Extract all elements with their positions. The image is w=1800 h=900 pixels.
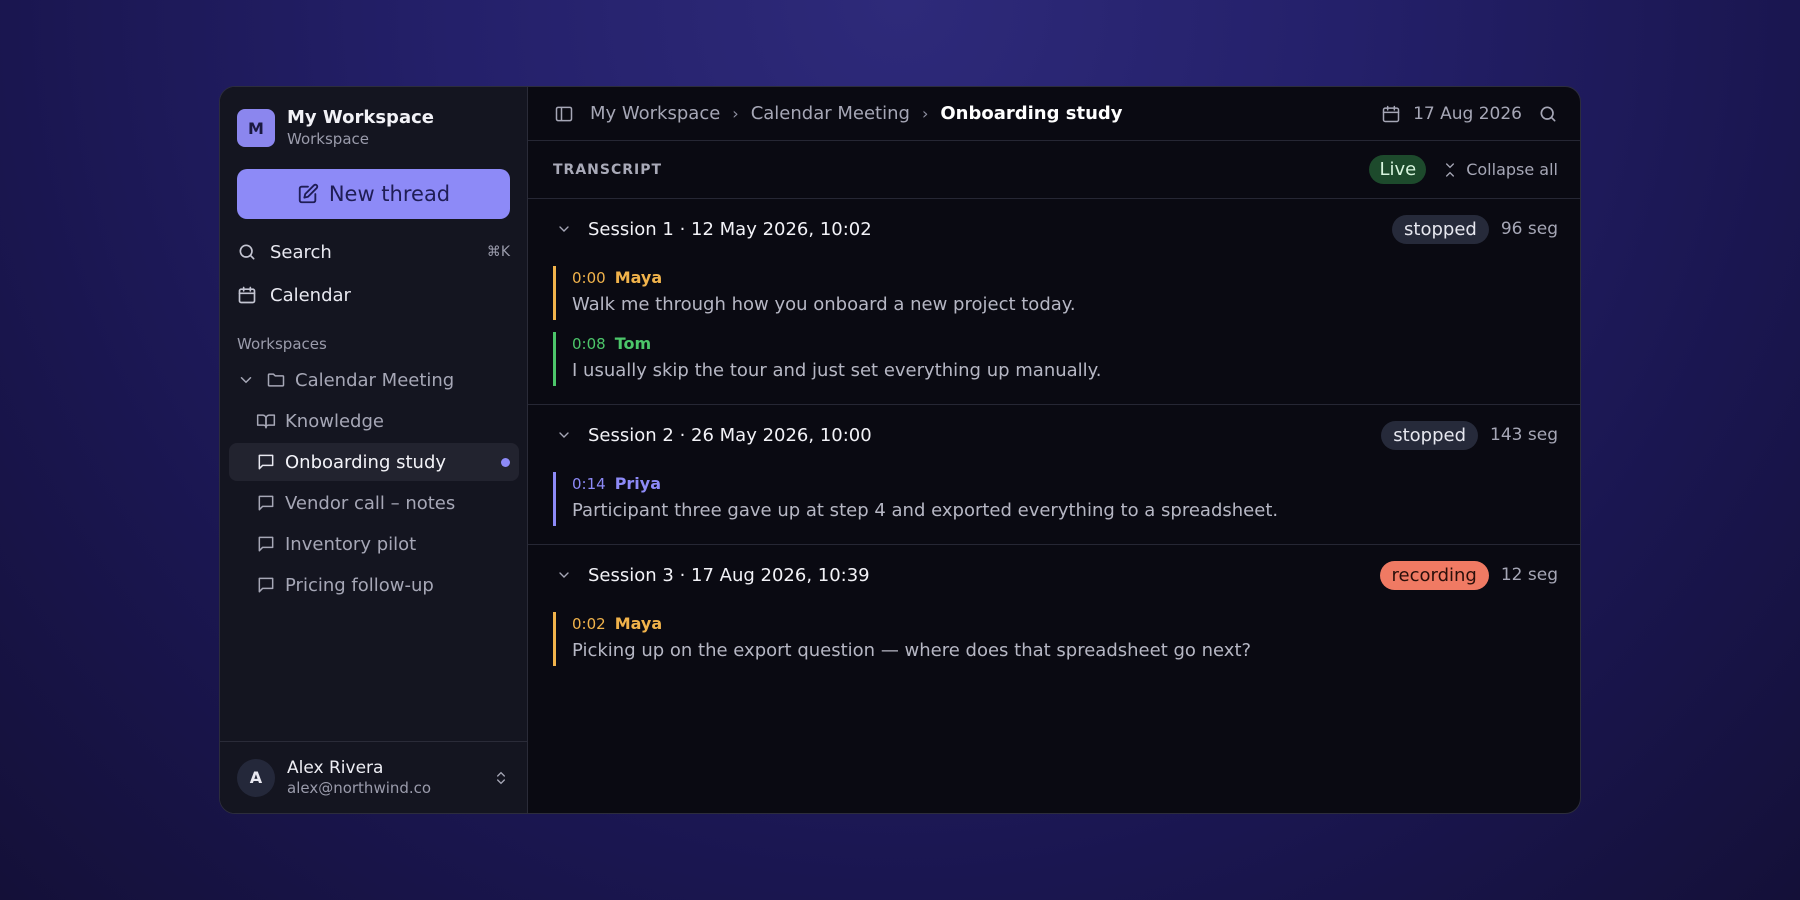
workspace-subtitle: Workspace bbox=[287, 130, 369, 148]
workspace-logo: M bbox=[237, 109, 275, 147]
session-title: Session 2 · 26 May 2026, 10:00 bbox=[588, 424, 872, 446]
sidebar-item-knowledge[interactable]: Knowledge bbox=[229, 402, 519, 440]
folder-calendar-meeting[interactable]: Calendar Meeting bbox=[229, 361, 519, 399]
status-badge: stopped bbox=[1381, 420, 1479, 450]
session-block: Session 2 · 26 May 2026, 10:00 stopped 1… bbox=[528, 405, 1580, 545]
session-title: Session 1 · 12 May 2026, 10:02 bbox=[588, 218, 872, 240]
utterance-speaker: Priya bbox=[614, 474, 662, 493]
search-shortcut: ⌘K bbox=[486, 244, 510, 260]
calendar-nav[interactable]: Calendar bbox=[237, 280, 510, 310]
calendar-icon bbox=[237, 285, 257, 305]
sidebar-item-inventory-pilot[interactable]: Inventory pilot bbox=[229, 525, 519, 563]
new-thread-button[interactable]: New thread bbox=[237, 169, 510, 219]
utterance-text: Walk me through how you onboard a new pr… bbox=[572, 294, 1076, 315]
transcript-label: TRANSCRIPT bbox=[553, 161, 663, 178]
user-name: Alex Rivera bbox=[287, 757, 384, 778]
session-block: Session 3 · 17 Aug 2026, 10:39 recording… bbox=[528, 545, 1580, 684]
book-icon bbox=[256, 411, 276, 431]
chat-icon bbox=[256, 493, 276, 513]
utterance-time: 0:14 bbox=[572, 475, 606, 493]
sidebar-item-vendor-call[interactable]: Vendor call – notes bbox=[229, 484, 519, 522]
utterance: 0:00 Maya Walk me through how you onboar… bbox=[553, 266, 1580, 320]
session-block: Session 1 · 12 May 2026, 10:02 stopped 9… bbox=[528, 199, 1580, 405]
user-menu[interactable]: A Alex Rivera alex@northwind.co bbox=[220, 741, 527, 813]
status-badge: recording bbox=[1379, 560, 1489, 590]
utterance-time: 0:08 bbox=[572, 335, 606, 353]
session-header[interactable]: Session 1 · 12 May 2026, 10:02 stopped 9… bbox=[528, 199, 1580, 259]
utterance: 0:02 Maya Picking up on the export quest… bbox=[553, 612, 1580, 666]
segment-count: 96 seg bbox=[1500, 219, 1558, 239]
chevron-down-icon bbox=[556, 426, 572, 444]
breadcrumb-parent[interactable]: Calendar Meeting bbox=[751, 103, 910, 124]
workspaces-section-label: Workspaces bbox=[237, 335, 327, 353]
session-header[interactable]: Session 2 · 26 May 2026, 10:00 stopped 1… bbox=[528, 405, 1580, 465]
sidebar-item-label: Pricing follow-up bbox=[285, 574, 434, 596]
utterance-time: 0:02 bbox=[572, 615, 606, 633]
sidebar-item-label: Onboarding study bbox=[285, 451, 447, 473]
breadcrumb-root[interactable]: My Workspace bbox=[590, 103, 720, 124]
user-email: alex@northwind.co bbox=[287, 778, 432, 797]
chat-icon bbox=[256, 534, 276, 554]
search-nav[interactable]: Search ⌘K bbox=[237, 237, 510, 267]
live-badge: Live bbox=[1369, 155, 1427, 184]
utterance-time: 0:00 bbox=[572, 269, 606, 287]
status-badge: stopped bbox=[1392, 214, 1489, 244]
sidebar-item-onboarding-study[interactable]: Onboarding study bbox=[229, 443, 519, 481]
breadcrumb-current: Onboarding study bbox=[940, 103, 1123, 124]
sidebar-item-label: Knowledge bbox=[285, 410, 384, 432]
sidebar-item-pricing-follow-up[interactable]: Pricing follow-up bbox=[229, 566, 519, 604]
main-panel: My Workspace › Calendar Meeting › Onboar… bbox=[528, 87, 1580, 813]
sidebar-item-label: Inventory pilot bbox=[285, 533, 417, 555]
chat-icon bbox=[256, 575, 276, 595]
sidebar-item-label: Vendor call – notes bbox=[285, 492, 456, 514]
unread-dot bbox=[501, 457, 510, 467]
session-header[interactable]: Session 3 · 17 Aug 2026, 10:39 recording… bbox=[528, 545, 1580, 605]
calendar-icon bbox=[1381, 104, 1401, 124]
utterance-speaker: Tom bbox=[614, 334, 652, 353]
transcript-header: TRANSCRIPT Live Collapse all bbox=[528, 141, 1580, 199]
chat-icon bbox=[256, 452, 276, 472]
chevron-down-icon bbox=[556, 220, 572, 238]
app-window: M My Workspace Workspace New thread Sear… bbox=[219, 86, 1581, 814]
sidebar: M My Workspace Workspace New thread Sear… bbox=[220, 87, 528, 813]
collapse-icon bbox=[1446, 162, 1455, 177]
chevron-up-down-icon bbox=[493, 768, 509, 792]
utterance-text: Participant three gave up at step 4 and … bbox=[572, 500, 1279, 521]
workspace-switcher[interactable]: M My Workspace Workspace bbox=[237, 107, 434, 149]
utterance: 0:14 Priya Participant three gave up at … bbox=[553, 472, 1580, 526]
collapse-all-button[interactable]: Collapse all bbox=[1442, 160, 1558, 179]
avatar: A bbox=[237, 758, 275, 797]
utterance-speaker: Maya bbox=[614, 614, 663, 633]
current-date: 17 Aug 2026 bbox=[1413, 103, 1522, 124]
segment-count: 12 seg bbox=[1500, 565, 1558, 585]
sidebar-toggle-icon[interactable] bbox=[554, 104, 574, 124]
folder-label: Calendar Meeting bbox=[295, 369, 455, 391]
edit-icon bbox=[298, 183, 318, 204]
session-title: Session 3 · 17 Aug 2026, 10:39 bbox=[588, 564, 870, 586]
utterance-speaker: Maya bbox=[614, 268, 663, 287]
chevron-down-icon bbox=[556, 566, 572, 584]
utterance: 0:08 Tom I usually skip the tour and jus… bbox=[553, 332, 1580, 386]
search-label: Search bbox=[270, 241, 332, 263]
calendar-label: Calendar bbox=[270, 284, 351, 306]
segment-count: 143 seg bbox=[1490, 425, 1558, 445]
workspace-name: My Workspace bbox=[287, 107, 434, 128]
breadcrumb-separator: › bbox=[921, 104, 929, 123]
breadcrumb-separator: › bbox=[732, 104, 739, 123]
search-icon[interactable] bbox=[1538, 104, 1558, 124]
topbar: My Workspace › Calendar Meeting › Onboar… bbox=[528, 87, 1580, 141]
chevron-down-icon bbox=[237, 370, 257, 390]
utterance-text: I usually skip the tour and just set eve… bbox=[572, 360, 1102, 381]
collapse-all-label: Collapse all bbox=[1466, 160, 1558, 179]
search-icon bbox=[237, 242, 257, 262]
folder-icon bbox=[266, 370, 286, 390]
new-thread-label: New thread bbox=[328, 182, 451, 206]
utterance-text: Picking up on the export question — wher… bbox=[572, 640, 1252, 661]
